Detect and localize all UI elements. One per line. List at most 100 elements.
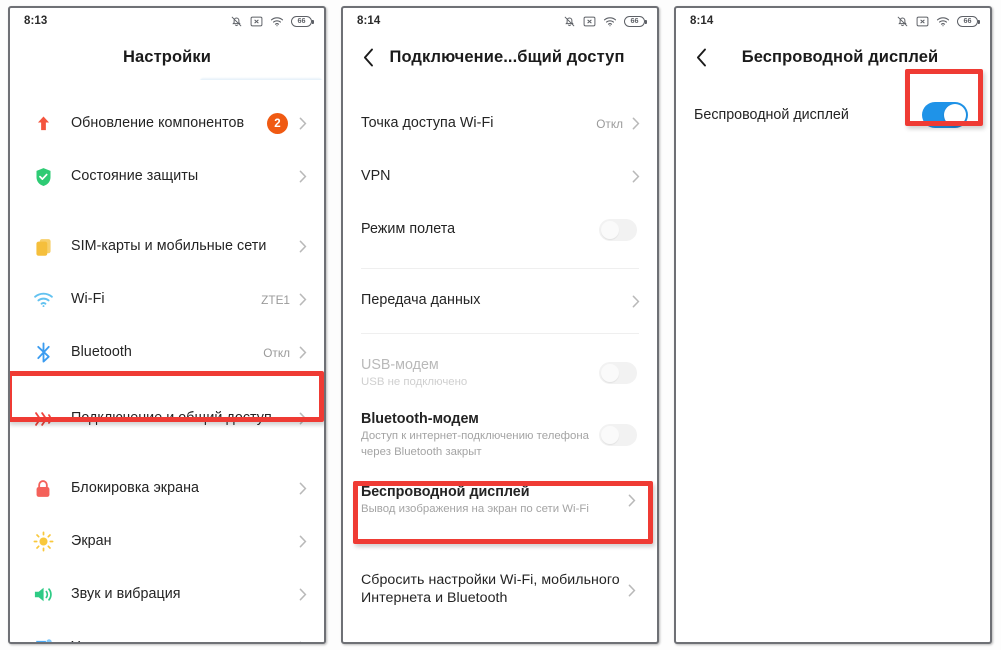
chevron-right-icon [299,588,310,601]
list-item-text: Беспроводной дисплей Вывод изображения н… [361,483,628,518]
bluetooth-icon [28,342,58,363]
list-item-label: Точка доступа Wi-Fi [361,114,494,131]
list-item-bluetooth-tethering[interactable]: Bluetooth-модем Доступ к интернет-подклю… [343,406,657,464]
lock-icon [28,479,58,499]
status-clock: 8:14 [357,15,381,27]
sidebar-item-connection-sharing[interactable]: Подключение и общий доступ [10,392,324,445]
chevron-right-icon [299,117,310,130]
list-item-wifi-hotspot[interactable]: Точка доступа Wi-Fi Откл [343,97,657,150]
list-item-sublabel: Вывод изображения на экран по сети Wi-Fi [361,503,589,516]
status-icons: 66 [896,15,980,28]
list-item-usb-tethering: USB-модем USB не подключено [343,348,657,398]
list-item-label: Bluetooth-модем [361,410,479,427]
sidebar-item-security-status[interactable]: Состояние защиты [10,150,324,203]
list-item-label: Режим полета [361,220,456,237]
sidebar-item-label: Обновление компонентов [71,114,245,131]
sidebar-item-sim-cards[interactable]: SIM-карты и мобильные сети [10,220,324,273]
phone-screen-2: 8:14 66 Подключение...бщий доступ Точка … [341,6,659,644]
spacer [343,80,657,97]
status-clock: 8:14 [690,15,714,27]
list-item-label: VPN [361,167,391,184]
sidebar-item-bluetooth[interactable]: Bluetooth Откл [10,326,324,379]
phone-screen-3: 8:14 66 Беспроводной дисплей Беспроводно… [674,6,992,644]
spacer [10,445,324,462]
up-arrow-icon [28,114,58,133]
three-phone-screenshots: 8:13 66 Настройки Обновление компонентов… [0,0,1001,650]
chevron-right-icon [299,293,310,306]
page-title: Настройки [123,47,211,66]
chevron-right-icon [628,584,639,597]
settings-list-2: Точка доступа Wi-Fi Откл VPN Режим полет… [343,80,657,618]
wifi-icon [603,16,617,27]
list-item-vpn[interactable]: VPN [343,150,657,203]
list-item-label: Беспроводной дисплей [361,483,530,500]
battery-icon: 66 [624,15,647,27]
wifi-icon [270,16,284,27]
phone-panel-wireless-display: 8:14 66 Беспроводной дисплей Беспроводно… [666,0,999,650]
list-item-data-transfer[interactable]: Передача данных [343,269,657,333]
wifi-icon [936,16,950,27]
shield-check-icon [28,167,58,187]
list-item-sublabel: USB не подключено [361,376,468,389]
list-item-wireless-display-toggle[interactable]: Беспроводной дисплей [676,90,990,140]
notifications-icon [28,638,58,642]
chevron-right-icon [628,494,639,507]
sidebar-item-display[interactable]: Экран [10,515,324,568]
sidebar-item-label: Экран [71,532,112,549]
list-item-airplane-mode[interactable]: Режим полета [343,203,657,256]
bell-muted-icon [896,15,909,28]
chevron-right-icon [299,240,310,253]
chevron-right-icon [632,170,643,183]
phone-panel-connection-sharing: 8:14 66 Подключение...бщий доступ Точка … [333,0,666,650]
sidebar-item-label: Блокировка экрана [71,479,200,496]
sidebar-item-label: Уведомления [71,639,299,642]
page-title: Подключение...бщий доступ [389,47,625,66]
page-title: Беспроводной дисплей [741,47,939,66]
sidebar-item-value: Откл [263,345,290,360]
status-icons: 66 [230,15,314,28]
sidebar-item-system-update[interactable]: Обновление компонентов 2 [10,97,324,150]
status-clock: 8:13 [24,15,48,27]
phone-panel-settings: 8:13 66 Настройки Обновление компонентов… [0,0,333,650]
page-title-bar-2: Подключение...бщий доступ [343,34,657,80]
list-item-wireless-display[interactable]: Беспроводной дисплей Вывод изображения н… [343,474,657,526]
speaker-icon [28,585,58,604]
battery-icon: 66 [291,15,314,27]
sim-x-icon [583,16,596,27]
list-item-sublabel: Доступ к интернет-подключению телефона ч… [361,430,590,458]
status-bar-3: 8:14 66 [676,8,990,34]
sidebar-item-lock-screen[interactable]: Блокировка экрана [10,462,324,515]
sidebar-item-label: SIM-карты и мобильные сети [71,237,267,254]
page-title-bar-3: Беспроводной дисплей [676,34,990,80]
sidebar-item-label: Wi-Fi [71,290,105,307]
sidebar-item-label: Подключение и общий доступ [71,409,272,426]
sidebar-item-sound-vibration[interactable]: Звук и вибрация [10,568,324,621]
list-item-label: Передача данных [361,292,481,309]
status-bar-2: 8:14 66 [343,8,657,34]
wireless-display-toggle[interactable] [922,102,968,128]
chevron-right-icon [299,346,310,359]
list-item-label: USB-модем [361,356,439,373]
chevron-right-icon [632,295,643,308]
bluetooth-tethering-toggle[interactable] [599,424,637,446]
status-bar-1: 8:13 66 [10,8,324,34]
sim-cards-icon [28,237,58,257]
sidebar-item-wifi[interactable]: Wi-Fi ZTE1 [10,273,324,326]
list-item-reset-network-settings[interactable]: Сбросить настройки Wi-Fi, мобильного Инт… [343,562,657,618]
chevron-right-icon [299,412,310,425]
page-title-bar-1: Настройки [10,34,324,80]
connection-sharing-icon [28,410,58,428]
sidebar-item-notifications[interactable]: Уведомления [10,621,324,642]
list-item-label: Сбросить настройки Wi-Fi, мобильного Инт… [361,572,620,606]
chevron-right-icon [299,482,310,495]
brightness-icon [28,531,58,552]
sidebar-item-label: Bluetooth [71,343,132,360]
status-badge: 2 [267,113,288,134]
list-item-text: USB-модем USB не подключено [361,356,599,391]
phone-screen-1: 8:13 66 Настройки Обновление компонентов… [8,6,326,644]
battery-icon: 66 [957,15,980,27]
back-button[interactable] [357,46,379,68]
airplane-mode-toggle[interactable] [599,218,637,241]
back-button[interactable] [690,46,712,68]
bell-muted-icon [563,15,576,28]
